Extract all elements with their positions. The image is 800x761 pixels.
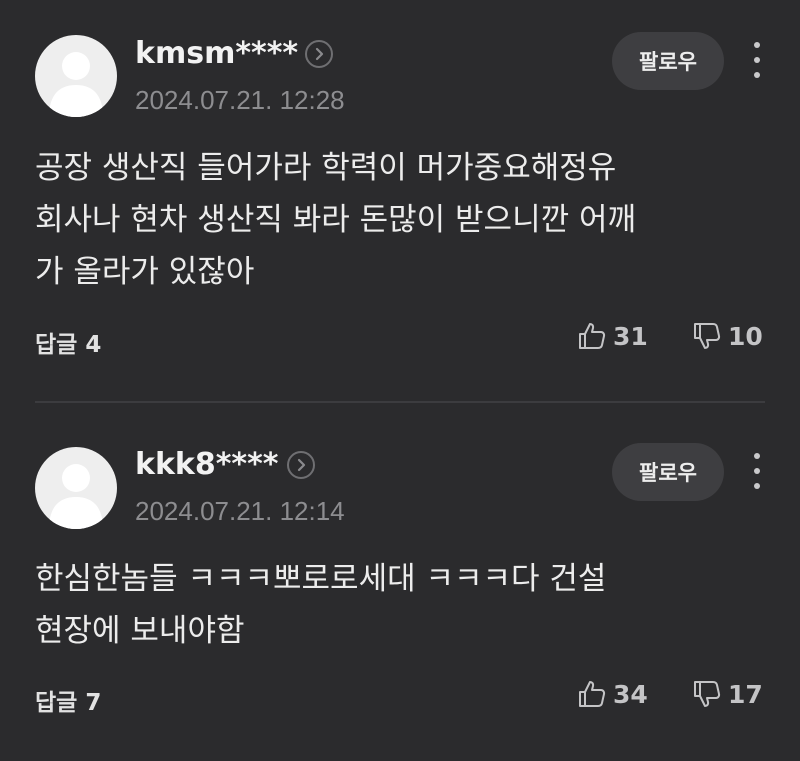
comment-date: 2024.07.21. 12:28 [135,85,345,115]
like-button[interactable]: 34 [577,679,648,709]
username[interactable]: kkk8**** [135,447,278,482]
dislike-button[interactable]: 17 [692,679,763,709]
more-vertical-icon[interactable] [744,449,770,493]
chevron-right-icon[interactable] [305,40,333,68]
like-button[interactable]: 31 [577,321,648,351]
more-vertical-icon[interactable] [744,38,770,82]
avatar[interactable] [35,35,117,117]
dislike-button[interactable]: 10 [692,321,763,351]
comment-item: kmsm**** 2024.07.21. 12:28 팔로우 공장 생산직 들어… [0,0,800,401]
thumbs-down-icon [694,681,721,707]
dislike-count: 10 [728,321,763,351]
thumbs-up-icon [579,681,606,707]
reply-button[interactable]: 답글 4 [35,325,101,359]
username[interactable]: kmsm**** [135,36,298,71]
comment-text: 공장 생산직 들어가라 학력이 머가중요해정유 회사나 현차 생산직 봐라 돈많… [35,150,637,290]
chevron-right-icon[interactable] [287,451,315,479]
like-count: 34 [613,679,648,709]
reply-button[interactable]: 답글 7 [35,683,101,717]
follow-button[interactable]: 팔로우 [612,32,724,90]
comment-text: 한심한놈들 ㅋㅋㅋ뽀로로세대 ㅋㅋㅋ다 건설 현장에 보내야함 [35,561,607,649]
follow-button[interactable]: 팔로우 [612,443,724,501]
avatar[interactable] [35,447,117,529]
thumbs-down-icon [694,323,721,349]
default-avatar-icon [49,52,103,117]
dislike-count: 17 [728,679,763,709]
comment-date: 2024.07.21. 12:14 [135,496,345,526]
like-count: 31 [613,321,648,351]
comment-item: kkk8**** 2024.07.21. 12:14 팔로우 한심한놈들 ㅋㅋㅋ… [0,403,800,761]
default-avatar-icon [49,464,103,529]
thumbs-up-icon [579,323,606,349]
